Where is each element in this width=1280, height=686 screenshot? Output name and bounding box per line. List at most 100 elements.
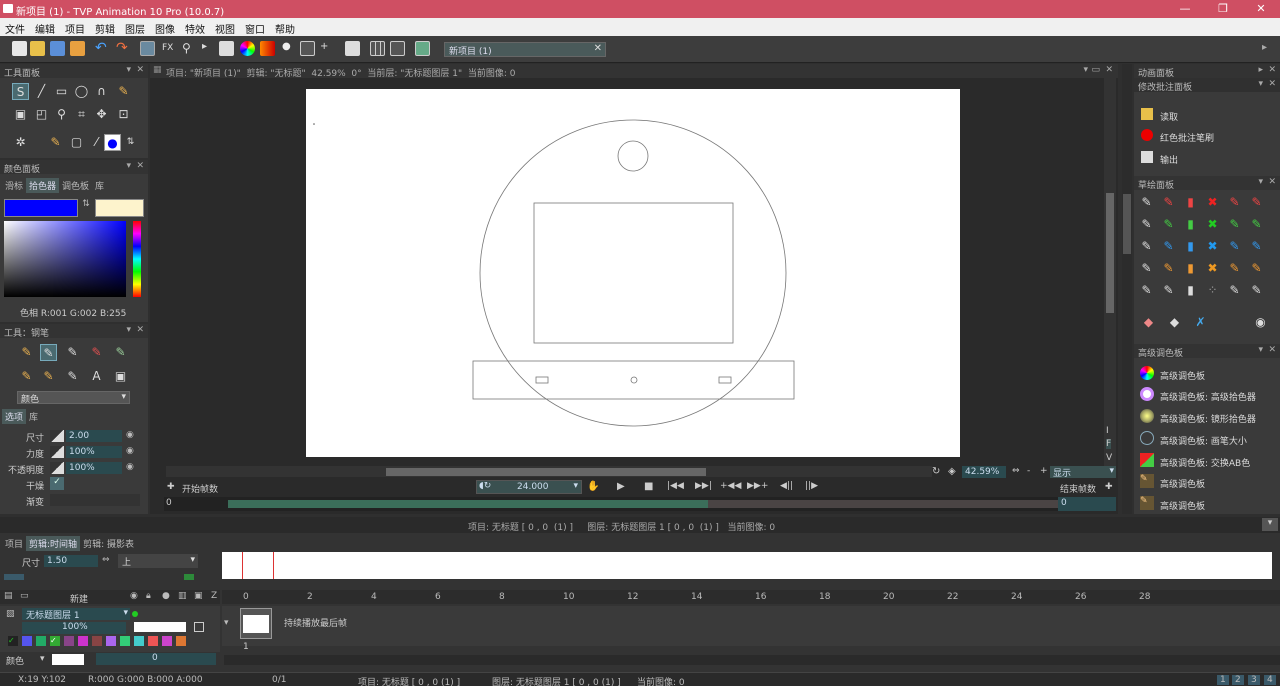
page-3-button[interactable]: 3 (1248, 675, 1260, 685)
split-view-icon[interactable] (390, 41, 405, 56)
sketch-brush-icon[interactable]: ✎ (1138, 194, 1155, 211)
brush-preset-8-icon[interactable]: ✎ (64, 368, 81, 385)
eye-icon[interactable]: ◉ (126, 446, 134, 456)
grid-icon[interactable] (370, 41, 385, 56)
maximize-button[interactable]: ❐ (1208, 0, 1238, 18)
close-tab-icon[interactable]: ✕ (594, 43, 602, 54)
stamp-tool-icon[interactable]: ▣ (112, 368, 129, 385)
advpal-item-7[interactable]: 高级调色板 (1160, 499, 1205, 512)
rotate-icon[interactable]: ↻ (932, 466, 940, 477)
loop-icon[interactable]: ◖↻ (479, 481, 491, 491)
sketch-brush-icon[interactable]: ✎ (1138, 216, 1155, 233)
lightbulb-icon[interactable]: ● (162, 591, 170, 601)
advpal-item-5[interactable]: 高级调色板: 交换AB色 (1160, 456, 1250, 469)
sketch-brush-icon[interactable]: ▮ (1182, 216, 1199, 233)
freehand-tool-icon[interactable]: S (12, 83, 29, 100)
sketch-brush-icon[interactable]: ✎ (1226, 194, 1243, 211)
warp-tool-icon[interactable]: ✲ (12, 134, 29, 151)
chevron-down-icon[interactable]: ▾ (1262, 518, 1278, 531)
line-tool-icon[interactable]: ╱ (33, 83, 50, 100)
chevron-down-icon[interactable]: ▾ (126, 325, 131, 335)
sketch-brush-icon[interactable]: ✖ (1204, 260, 1221, 277)
next-key-icon[interactable]: ▶▶+ (747, 481, 768, 491)
tab-project[interactable]: 项目 (2, 536, 26, 551)
lightbulb-icon[interactable]: ● (282, 41, 297, 56)
advpal-item-3[interactable]: 高级调色板: 镜形拾色器 (1160, 412, 1256, 425)
advpal-extra-icon[interactable]: ✎ (1140, 496, 1154, 510)
color-tag[interactable] (36, 636, 46, 646)
brush-preset-4-icon[interactable]: ✎ (88, 344, 105, 361)
project-tab[interactable]: 新项目 (1) ✕ (444, 42, 606, 57)
side-letter-v[interactable]: V (1106, 453, 1112, 463)
grid-toggle-icon[interactable] (140, 41, 155, 56)
chevron-down-icon[interactable]: ▾ (1258, 79, 1263, 89)
color-tag[interactable] (64, 636, 74, 646)
last-frame-icon[interactable]: ▶▶| (695, 481, 712, 491)
sketch-brush-icon[interactable]: ✎ (1138, 282, 1155, 299)
close-icon[interactable]: ✕ (136, 325, 144, 335)
tab-sliders[interactable]: 滑标 (2, 178, 26, 193)
layers-icon[interactable] (219, 41, 234, 56)
color-dot-icon[interactable]: ● (104, 134, 121, 151)
layer-row[interactable]: ▧ 无标题图层 1 ▾ 100% ✓ ✓ (0, 606, 220, 658)
color-tag[interactable]: ✓ (8, 636, 18, 646)
power-field[interactable]: 100% (66, 446, 122, 458)
primary-color-swatch[interactable] (4, 199, 78, 217)
tab-brush-library[interactable]: 库 (26, 409, 41, 424)
new-layer-button[interactable]: 新建 (70, 592, 88, 605)
chevron-down-icon[interactable]: ▾ (1258, 345, 1263, 355)
chevron-down-icon[interactable]: ▾ (126, 65, 131, 75)
layer-opacity-box[interactable]: 100% (22, 622, 126, 634)
close-icon[interactable]: ✕ (136, 161, 144, 171)
menu-layer[interactable]: 图层 (120, 18, 150, 36)
zoom-in-icon[interactable]: + (1040, 466, 1048, 476)
color-tag[interactable]: ✓ (50, 636, 60, 646)
sketch-brush-icon[interactable]: ▮ (1182, 194, 1199, 211)
sketch-brush-icon[interactable]: ✎ (1160, 194, 1177, 211)
zoom-out-icon[interactable]: - (1027, 466, 1030, 476)
sketch-brush-icon[interactable]: ✎ (1248, 260, 1265, 277)
page-4-button[interactable]: 4 (1264, 675, 1276, 685)
start-frame-arrow-icon[interactable]: ✚ (167, 482, 175, 492)
menu-image[interactable]: 图像 (150, 18, 180, 36)
page-1-button[interactable]: 1 (1217, 675, 1229, 685)
close-button[interactable]: ✕ (1246, 0, 1276, 18)
sketch-brush-icon[interactable]: ✎ (1226, 260, 1243, 277)
chevron-down-icon[interactable]: ▾ (1258, 177, 1263, 187)
lock-icon[interactable]: 🔒︎ (146, 591, 151, 601)
chevron-down-icon[interactable]: ▾ (126, 161, 131, 171)
zoom-field[interactable]: 42.59% (962, 466, 1006, 478)
fps-select[interactable]: ◖↻ 24.000 ▾ (476, 480, 582, 494)
swap-ab-icon[interactable] (1140, 453, 1154, 467)
onion-icon[interactable]: ✋ (587, 481, 599, 492)
annot-export-label[interactable]: 输出 (1160, 153, 1178, 166)
eraser-tool-icon[interactable]: ▢ (68, 134, 85, 151)
close-icon[interactable]: ✕ (136, 65, 144, 75)
opacity-curve-icon[interactable] (50, 462, 64, 474)
end-frame-arrow-icon[interactable]: ✚ (1105, 482, 1113, 492)
brush-size-icon[interactable] (1140, 431, 1154, 445)
drawing-canvas[interactable] (306, 89, 960, 457)
advpal-item-2[interactable]: 高级调色板: 高级拾色器 (1160, 390, 1256, 403)
brush-preset-3-icon[interactable]: ✎ (64, 344, 81, 361)
size-curve-icon[interactable] (50, 430, 64, 442)
color-wheel-icon[interactable] (240, 41, 255, 56)
brush-preset-1-icon[interactable]: ✎ (18, 344, 35, 361)
horizontal-scrollbar[interactable] (166, 466, 932, 477)
camera-icon[interactable]: ▣ (194, 591, 203, 601)
color-tag[interactable] (92, 636, 102, 646)
direction-select[interactable]: 上 ▾ (118, 554, 198, 568)
right-panel-scrollbar[interactable] (1122, 64, 1132, 514)
minimize-panel-icon[interactable]: ▭ (1091, 65, 1100, 75)
eye-icon[interactable]: ◉ (130, 591, 138, 601)
toolbar-more-icon[interactable]: ▸ (1262, 42, 1274, 56)
layer-visible-dot[interactable] (132, 611, 138, 617)
color-tag[interactable] (78, 636, 88, 646)
color-picker-square[interactable] (4, 221, 126, 297)
zoom-icon[interactable]: ⚲ (182, 41, 197, 56)
frame-slider[interactable]: 0 0 (164, 497, 1116, 511)
folder-layer-icon[interactable]: ▭ (20, 591, 29, 601)
brush-preset-5-icon[interactable]: ✎ (112, 344, 129, 361)
undo-icon[interactable]: ↶ (95, 41, 110, 56)
close-icon[interactable]: ✕ (1105, 65, 1113, 75)
